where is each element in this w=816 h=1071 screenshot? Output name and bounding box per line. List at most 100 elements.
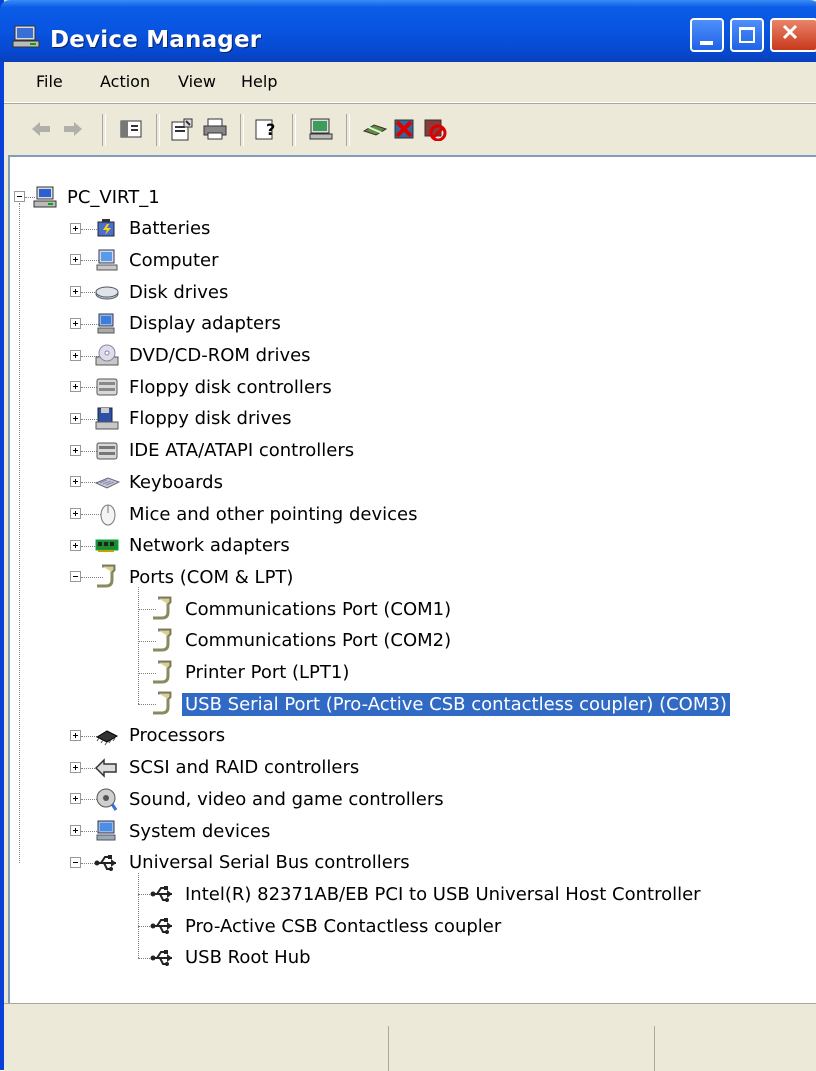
expand-2-button[interactable]: [70, 286, 81, 298]
device-tree[interactable]: PC_VIRT_1 Batteries Computer Disk drives Dis…: [8, 155, 816, 1003]
system-device-icon: [94, 818, 120, 844]
category-item[interactable]: Keyboards: [94, 467, 226, 497]
toolbar-separator: [102, 114, 106, 146]
usb-icon: [150, 881, 176, 907]
menu-view[interactable]: View: [178, 72, 216, 91]
maximize-button[interactable]: [730, 18, 764, 52]
minimize-button[interactable]: [690, 18, 724, 52]
close-button[interactable]: [770, 18, 816, 52]
usb-icon: [150, 913, 176, 939]
processor-icon: [94, 723, 120, 749]
expand-4-button[interactable]: [70, 349, 81, 361]
tree-item-label: Ports (COM & LPT): [129, 566, 294, 588]
tree-item-label: USB Serial Port (Pro-Active CSB contactl…: [182, 692, 730, 716]
menu-help[interactable]: Help: [241, 72, 277, 91]
category-item[interactable]: IDE ATA/ATAPI controllers: [94, 436, 357, 466]
tree-item-label: Mice and other pointing devices: [129, 503, 418, 525]
menu-file[interactable]: File: [36, 72, 63, 91]
device-item[interactable]: USB Serial Port (Pro-Active CSB contactl…: [150, 689, 730, 719]
category-item[interactable]: Network adapters: [94, 531, 293, 561]
expand-15-button[interactable]: [70, 825, 81, 836]
tree-item-label: Keyboards: [129, 471, 223, 493]
device-item[interactable]: USB Root Hub: [150, 943, 314, 973]
disable-icon[interactable]: [420, 114, 450, 144]
category-item[interactable]: Mice and other pointing devices: [94, 499, 420, 529]
port-icon: [150, 596, 176, 622]
scan-hardware-icon[interactable]: [306, 114, 336, 144]
category-item[interactable]: Computer: [94, 245, 221, 275]
expand-5-button[interactable]: [70, 381, 81, 393]
expand-11-button[interactable]: [70, 571, 81, 583]
category-item[interactable]: Sound, video and game controllers: [94, 784, 447, 814]
device-item[interactable]: Pro-Active CSB Contactless coupler: [150, 911, 504, 941]
category-item[interactable]: System devices: [94, 816, 273, 846]
category-item[interactable]: Display adapters: [94, 309, 284, 339]
expand-0-button[interactable]: [70, 222, 81, 234]
cdrom-icon: [94, 343, 120, 369]
sound-icon: [94, 786, 120, 812]
category-item[interactable]: Floppy disk controllers: [94, 372, 335, 402]
menu-action[interactable]: Action: [100, 72, 150, 91]
device-manager-window: Device Manager File Action View Help ? P…: [0, 0, 816, 1071]
tree-item-label: Disk drives: [129, 281, 229, 303]
tree-root-item[interactable]: PC_VIRT_1: [32, 182, 163, 212]
tree-item-label: Pro-Active CSB Contactless coupler: [185, 915, 502, 937]
category-item[interactable]: SCSI and RAID controllers: [94, 753, 362, 783]
expand-12-button[interactable]: [70, 729, 81, 741]
close-icon: [782, 24, 798, 40]
toolbar-separator: [292, 114, 296, 146]
properties-icon[interactable]: [168, 114, 198, 144]
show-hide-tree-icon[interactable]: [116, 114, 146, 144]
expand-13-button[interactable]: [70, 761, 81, 773]
tree-item-label: DVD/CD-ROM drives: [129, 345, 311, 366]
category-item[interactable]: Batteries: [94, 214, 213, 244]
uninstall-icon[interactable]: [390, 114, 420, 144]
tree-item-label: System devices: [129, 820, 271, 842]
tree-connector-line: [138, 587, 140, 705]
category-item[interactable]: Universal Serial Bus controllers: [94, 848, 413, 878]
tree-item-label: Intel(R) 82371AB/EB PCI to USB Universal…: [185, 883, 701, 905]
expand-10-button[interactable]: [70, 539, 81, 551]
device-item[interactable]: Communications Port (COM1): [150, 594, 454, 624]
title-bar[interactable]: Device Manager: [0, 0, 816, 62]
tree-item-label: Communications Port (COM2): [185, 630, 452, 652]
category-item[interactable]: Ports (COM & LPT): [94, 562, 296, 592]
status-panel-divider: [654, 1026, 655, 1071]
back-icon[interactable]: [26, 114, 56, 144]
tree-item-label: SCSI and RAID controllers: [129, 757, 360, 779]
device-item[interactable]: Printer Port (LPT1): [150, 658, 352, 688]
device-item[interactable]: Communications Port (COM2): [150, 626, 454, 656]
ide-controller-icon: [94, 438, 120, 464]
update-driver-icon[interactable]: [360, 114, 390, 144]
category-item[interactable]: Disk drives: [94, 277, 231, 307]
device-item[interactable]: Intel(R) 82371AB/EB PCI to USB Universal…: [150, 879, 704, 909]
expand-9-button[interactable]: [70, 508, 81, 519]
window-title: Device Manager: [50, 27, 262, 53]
toolbar-separator: [156, 114, 160, 146]
floppy-controller-icon: [94, 374, 120, 400]
help-icon[interactable]: ?: [252, 114, 282, 144]
expand-6-button[interactable]: [70, 412, 81, 424]
root-icon: [32, 184, 58, 210]
expand-7-button[interactable]: [70, 444, 81, 456]
print-icon[interactable]: [200, 114, 230, 144]
expand-8-button[interactable]: [70, 476, 81, 488]
usb-icon: [94, 850, 120, 876]
tree-item-label: Sound, video and game controllers: [129, 788, 444, 810]
root-collapse-button[interactable]: [14, 191, 25, 202]
category-item[interactable]: Floppy disk drives: [94, 404, 294, 434]
forward-icon[interactable]: [58, 114, 88, 144]
toolbar-separator: [346, 114, 350, 146]
tree-item-label: Printer Port (LPT1): [185, 662, 350, 683]
expand-16-button[interactable]: [70, 856, 81, 868]
tree-item-label: USB Root Hub: [185, 947, 311, 969]
floppy-drive-icon: [94, 406, 120, 432]
expand-3-button[interactable]: [70, 317, 81, 329]
tree-item-label: Communications Port (COM1): [185, 598, 452, 620]
category-item[interactable]: Processors: [94, 721, 228, 751]
expand-1-button[interactable]: [70, 254, 81, 266]
category-item[interactable]: DVD/CD-ROM drives: [94, 341, 314, 371]
tree-item-label: PC_VIRT_1: [67, 186, 160, 208]
expand-14-button[interactable]: [70, 793, 81, 805]
device-manager-icon: [12, 25, 40, 48]
